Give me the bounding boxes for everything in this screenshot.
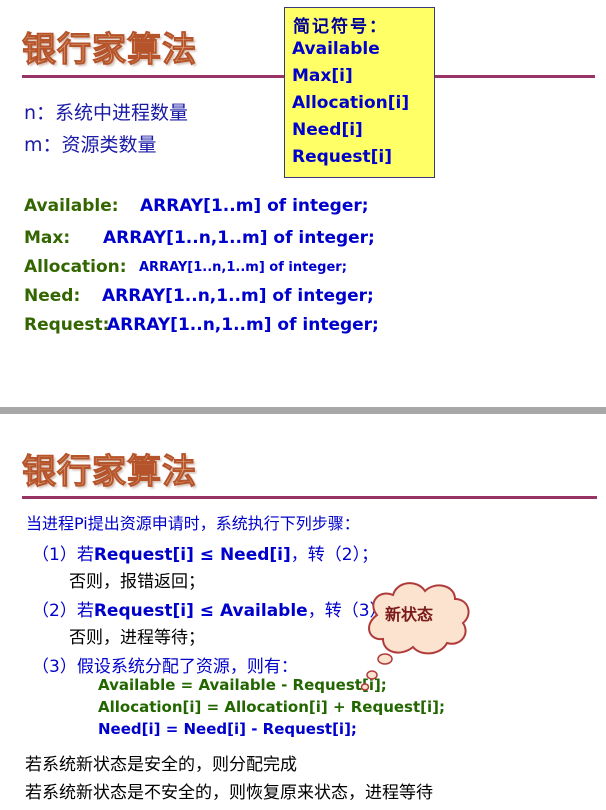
decl-allocation-name: Allocation: [24, 257, 127, 277]
step1-goto: ，转（2）； [290, 545, 379, 565]
decl-request-name: Request: [24, 315, 110, 335]
formula-allocation: Allocation[i] = Allocation[i] + Request[… [98, 698, 446, 716]
slide1-title-rule-right [435, 75, 595, 78]
abbreviation-heading: 简记符号： [293, 17, 388, 37]
slide2-title: 银行家算法 [22, 452, 197, 493]
abbrev-allocation: Allocation[i] [292, 93, 410, 113]
abbrev-max: Max[i] [292, 66, 353, 86]
procedure-intro: 当进程Pi提出资源申请时，系统执行下列步骤： [26, 514, 360, 533]
decl-max-name: Max: [24, 228, 71, 248]
conclusion-unsafe: 若系统新状态是不安全的，则恢复原来状态，进程等待 [25, 783, 433, 803]
decl-max-type: ARRAY[1..n,1..m] of integer; [103, 228, 375, 248]
decl-need-type: ARRAY[1..n,1..m] of integer; [102, 286, 374, 306]
step2-num: （2）若 [32, 601, 94, 621]
step2-condition: Request[i] ≤ Available [93, 601, 308, 621]
slide1-title: 银行家算法 [22, 30, 197, 71]
slide2-title-rule [22, 496, 597, 499]
decl-available-type: ARRAY[1..m] of integer; [140, 196, 369, 216]
step2-line: （2）若Request[i] ≤ Available，转（3）； [32, 596, 395, 621]
abbrev-request: Request[i] [292, 147, 393, 167]
bubble-new-state: 新状态 [385, 605, 434, 624]
decl-available-name: Available: [24, 196, 119, 216]
decl-request-type: ARRAY[1..n,1..m] of integer; [107, 315, 379, 335]
slide-divider [0, 407, 606, 414]
step2-else: 否则，进程等待； [69, 628, 205, 648]
n-definition: n：系统中进程数量 [24, 102, 189, 124]
decl-allocation-type: ARRAY[1..n,1..m] of integer; [139, 260, 347, 275]
step1-condition: Request[i] ≤ Need[i] [93, 545, 291, 565]
m-definition: m：资源类数量 [24, 134, 157, 156]
formula-available: Available = Available - Request[i]; [98, 676, 387, 694]
conclusion-safe: 若系统新状态是安全的，则分配完成 [25, 755, 297, 775]
step1-line: （1）若Request[i] ≤ Need[i]，转（2）； [32, 540, 378, 565]
abbrev-available: Available [292, 39, 380, 59]
slide1-title-rule-left [22, 75, 284, 78]
formula-need: Need[i] = Need[i] - Request[i]; [98, 720, 357, 738]
decl-need-name: Need: [24, 286, 81, 306]
step3-line: （3）假设系统分配了资源，则有： [32, 657, 298, 677]
abbreviation-box: 简记符号： Available Max[i] Allocation[i] Nee… [284, 7, 435, 178]
thought-bubble [360, 582, 470, 691]
step1-else: 否则，报错返回； [69, 572, 205, 592]
abbrev-need: Need[i] [292, 120, 363, 140]
step1-num: （1）若 [32, 545, 94, 565]
